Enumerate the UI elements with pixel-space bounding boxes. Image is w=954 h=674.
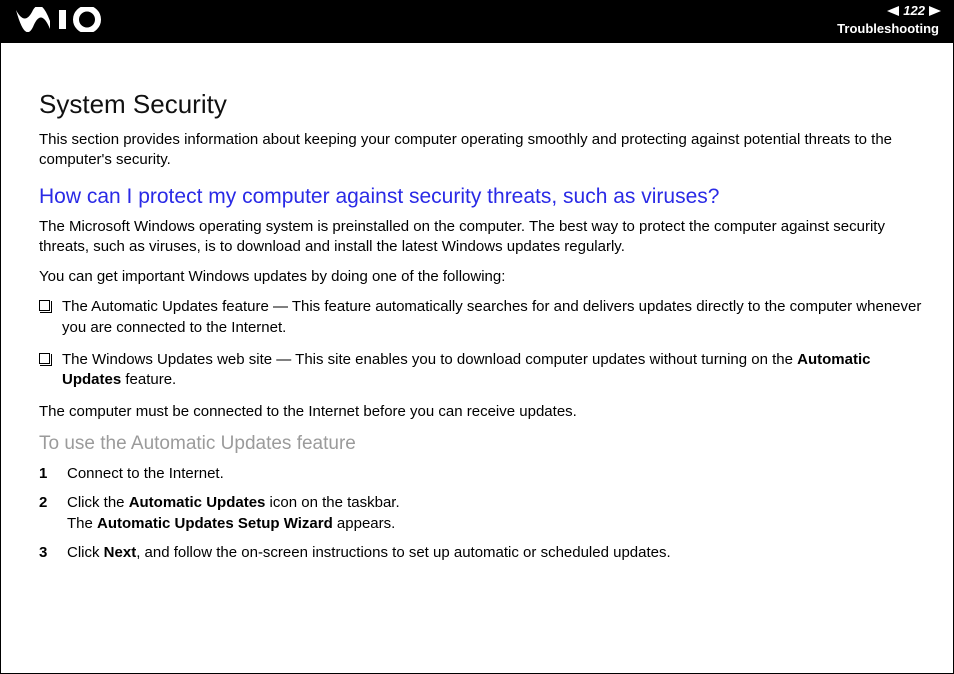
body-paragraph: The Microsoft Windows operating system i… bbox=[39, 217, 923, 258]
arrow-left-icon[interactable] bbox=[887, 6, 899, 16]
page-title: System Security bbox=[39, 89, 923, 120]
intro-paragraph: This section provides information about … bbox=[39, 130, 923, 171]
step-text: Click Next, and follow the on-screen ins… bbox=[67, 542, 671, 563]
step-item: 2 Click the Automatic Updates icon on th… bbox=[39, 492, 923, 534]
vaio-logo bbox=[15, 7, 103, 37]
step-number: 3 bbox=[39, 542, 49, 563]
step-item: 3 Click Next, and follow the on-screen i… bbox=[39, 542, 923, 563]
arrow-right-icon[interactable] bbox=[929, 6, 941, 16]
bullet-icon bbox=[39, 300, 50, 311]
step-number: 2 bbox=[39, 492, 49, 513]
list-item: The Automatic Updates feature — This fea… bbox=[39, 297, 923, 338]
step-text: Connect to the Internet. bbox=[67, 463, 224, 484]
bullet-icon bbox=[39, 353, 50, 364]
page-navigation: 122 bbox=[887, 3, 941, 18]
vaio-logo-icon bbox=[15, 7, 103, 32]
page-header: 122 Troubleshooting bbox=[1, 1, 953, 43]
step-text: Click the Automatic Updates icon on the … bbox=[67, 492, 400, 534]
list-item: The Windows Updates web site — This site… bbox=[39, 350, 923, 391]
numbered-steps: 1 Connect to the Internet. 2 Click the A… bbox=[39, 463, 923, 563]
body-paragraph: You can get important Windows updates by… bbox=[39, 267, 923, 287]
bullet-list: The Automatic Updates feature — This fea… bbox=[39, 297, 923, 390]
step-item: 1 Connect to the Internet. bbox=[39, 463, 923, 484]
subsection-heading: To use the Automatic Updates feature bbox=[39, 433, 923, 455]
list-item-text: The Automatic Updates feature — This fea… bbox=[62, 297, 923, 338]
page-content: System Security This section provides in… bbox=[1, 43, 953, 563]
section-heading: How can I protect my computer against se… bbox=[39, 185, 923, 209]
step-number: 1 bbox=[39, 463, 49, 484]
page-number: 122 bbox=[903, 3, 925, 18]
body-paragraph: The computer must be connected to the In… bbox=[39, 402, 923, 422]
list-item-text: The Windows Updates web site — This site… bbox=[62, 350, 923, 391]
document-page: 122 Troubleshooting System Security This… bbox=[0, 0, 954, 674]
section-label: Troubleshooting bbox=[837, 21, 939, 36]
